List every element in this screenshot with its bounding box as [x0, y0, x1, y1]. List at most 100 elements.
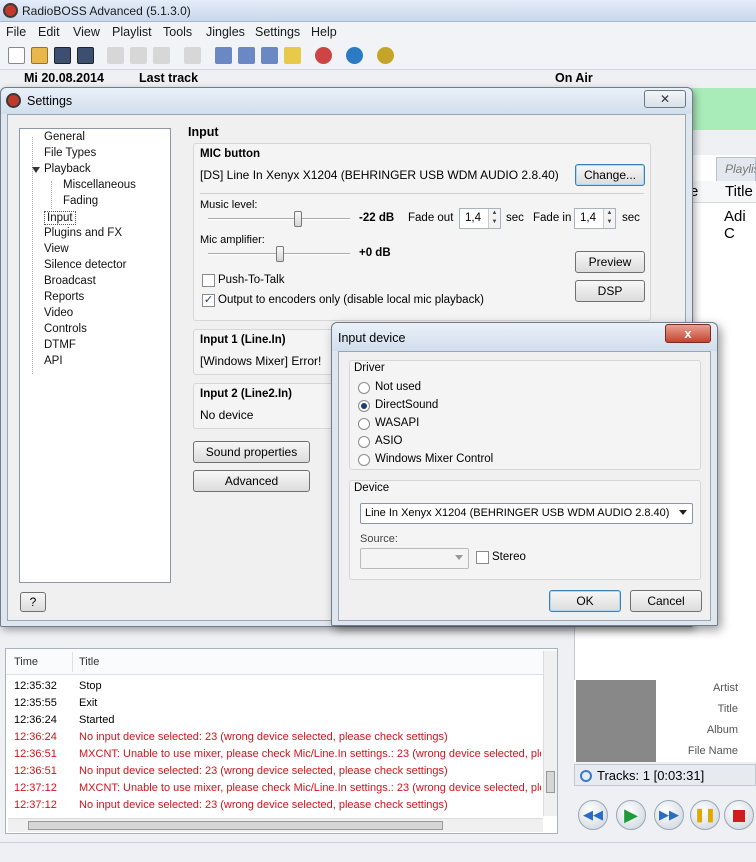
advanced-button[interactable]: Advanced: [193, 470, 310, 492]
dsp-button[interactable]: DSP: [575, 280, 645, 302]
cut-icon[interactable]: [107, 47, 124, 64]
sound-properties-button[interactable]: Sound properties: [193, 441, 310, 463]
tree-item-broadcast[interactable]: Broadcast: [44, 275, 96, 287]
menu-file[interactable]: File: [6, 25, 26, 39]
last-track-label: Last track: [139, 71, 199, 85]
undo-icon[interactable]: [184, 47, 201, 64]
log-row[interactable]: 12:36:51 No input device selected: 23 (wr…: [6, 763, 541, 780]
driver-radio-not-used[interactable]: [358, 382, 370, 394]
help-button[interactable]: ?: [20, 592, 46, 612]
music-level-track[interactable]: [208, 218, 350, 220]
music-level-slider[interactable]: [294, 211, 302, 227]
pause-button[interactable]: ❚❚: [690, 800, 720, 830]
tree-item-reports[interactable]: Reports: [44, 291, 84, 303]
log-row[interactable]: 12:36:24 No input device selected: 23 (wr…: [6, 729, 541, 746]
log-col-time[interactable]: Time: [14, 656, 38, 668]
open-folder-icon[interactable]: [31, 47, 48, 64]
spin-arrows-icon[interactable]: ▲ ▼: [603, 209, 615, 228]
log-horizontal-scrollbar[interactable]: [8, 818, 543, 832]
log-hscroll-thumb[interactable]: [28, 821, 443, 830]
tree-item-dtmf[interactable]: DTMF: [44, 339, 76, 351]
driver-radio-directsound[interactable]: [358, 400, 370, 412]
output-encoders-checkbox[interactable]: ✓: [202, 294, 215, 307]
jingle-icon[interactable]: [284, 47, 301, 64]
menu-view[interactable]: View: [73, 25, 100, 39]
save-icon[interactable]: [54, 47, 71, 64]
mic-amp-slider[interactable]: [276, 246, 284, 262]
log-row[interactable]: 12:36:24 Started: [6, 712, 541, 729]
tree-item-controls[interactable]: Controls: [44, 323, 87, 335]
tree-item-silence-detector[interactable]: Silence detector: [44, 259, 126, 271]
expand-arrow-icon[interactable]: [32, 167, 40, 173]
log-time: 12:36:51: [14, 748, 57, 760]
tree-item-api[interactable]: API: [44, 355, 63, 367]
preview-button[interactable]: Preview: [575, 251, 645, 273]
globe-icon[interactable]: [346, 47, 363, 64]
save-as-icon[interactable]: [77, 47, 94, 64]
column-title[interactable]: Title: [725, 183, 753, 200]
add-track-icon[interactable]: [215, 47, 232, 64]
menu-jingles[interactable]: Jingles: [206, 25, 245, 39]
rewind-icon: ◀◀: [583, 807, 603, 822]
paste-icon[interactable]: [153, 47, 170, 64]
driver-radio-asio[interactable]: [358, 436, 370, 448]
log-vertical-scrollbar[interactable]: [543, 651, 557, 816]
device-dropdown[interactable]: Line In Xenyx X1204 (BEHRINGER USB WDM A…: [360, 503, 693, 524]
new-file-icon[interactable]: [8, 47, 25, 64]
tree-item-file-types[interactable]: File Types: [44, 147, 96, 159]
fade-in-spinner[interactable]: 1,4 ▲ ▼: [574, 208, 616, 229]
log-scroll-thumb[interactable]: [546, 771, 555, 793]
ok-button[interactable]: OK: [549, 590, 621, 612]
input2-title: Input 2 (Line2.In): [200, 388, 292, 400]
gear-icon[interactable]: [377, 47, 394, 64]
meta-album-label: Album: [706, 724, 738, 736]
on-air-display: [690, 88, 756, 130]
fast-forward-icon: ▶▶: [659, 807, 679, 822]
next-button[interactable]: ▶▶: [654, 800, 684, 830]
cancel-button[interactable]: Cancel: [630, 590, 702, 612]
tree-item-playback[interactable]: Playback: [44, 163, 91, 175]
playlist-icon[interactable]: [261, 47, 278, 64]
tree-item-general[interactable]: General: [44, 131, 85, 143]
settings-close-button[interactable]: ✕: [644, 90, 686, 108]
main-titlebar: RadioBOSS Advanced (5.1.3.0): [0, 0, 756, 22]
change-device-button[interactable]: Change...: [575, 164, 645, 186]
playlist-row[interactable]: Adi C: [724, 208, 756, 242]
fade-out-spinner[interactable]: 1,4 ▲ ▼: [459, 208, 501, 229]
push-to-talk-checkbox[interactable]: [202, 274, 215, 287]
menu-help[interactable]: Help: [311, 25, 337, 39]
log-col-title[interactable]: Title: [79, 656, 99, 668]
menu-tools[interactable]: Tools: [163, 25, 192, 39]
mixer-icon[interactable]: [315, 47, 332, 64]
event-log: Time Title 12:35:32 Stop 12:35:55 Exit 12:36…: [5, 648, 558, 834]
tree-item-input[interactable]: Input: [44, 211, 76, 225]
menu-settings[interactable]: Settings: [255, 25, 300, 39]
source-dropdown[interactable]: [360, 548, 469, 569]
spin-arrows-icon[interactable]: ▲ ▼: [488, 209, 500, 228]
driver-radio-wasapi[interactable]: [358, 418, 370, 430]
menu-edit[interactable]: Edit: [38, 25, 60, 39]
input-device-body: Driver Not used DirectSound WASAPI ASIO Wind…: [338, 351, 711, 621]
driver-radio-windows-mixer-control[interactable]: [358, 454, 370, 466]
stereo-checkbox[interactable]: [476, 551, 489, 564]
copy-icon[interactable]: [130, 47, 147, 64]
tab-playlist[interactable]: Playlis: [716, 157, 756, 181]
input-device-close-button[interactable]: x: [665, 324, 711, 343]
previous-button[interactable]: ◀◀: [578, 800, 608, 830]
tree-item-view[interactable]: View: [44, 243, 69, 255]
tree-item-fading[interactable]: Fading: [63, 195, 98, 207]
tree-item-plugins-and-fx[interactable]: Plugins and FX: [44, 227, 122, 239]
log-row[interactable]: 12:35:55 Exit: [6, 695, 541, 712]
log-row[interactable]: 12:37:12 No input device selected: 23 (wr…: [6, 797, 541, 814]
log-row[interactable]: 12:37:12 MXCNT: Unable to use mixer, plea…: [6, 780, 541, 797]
play-button[interactable]: ▶: [616, 800, 646, 830]
tree-item-video[interactable]: Video: [44, 307, 73, 319]
input-device-title: Input device: [338, 331, 406, 345]
log-row[interactable]: 12:36:51 MXCNT: Unable to use mixer, plea…: [6, 746, 541, 763]
log-row[interactable]: 12:35:32 Stop: [6, 678, 541, 695]
menu-playlist[interactable]: Playlist: [112, 25, 152, 39]
add-folder-icon[interactable]: [238, 47, 255, 64]
tree-item-miscellaneous[interactable]: Miscellaneous: [63, 179, 136, 191]
stop-button[interactable]: [724, 800, 754, 830]
pause-icon: ❚❚: [694, 807, 716, 822]
